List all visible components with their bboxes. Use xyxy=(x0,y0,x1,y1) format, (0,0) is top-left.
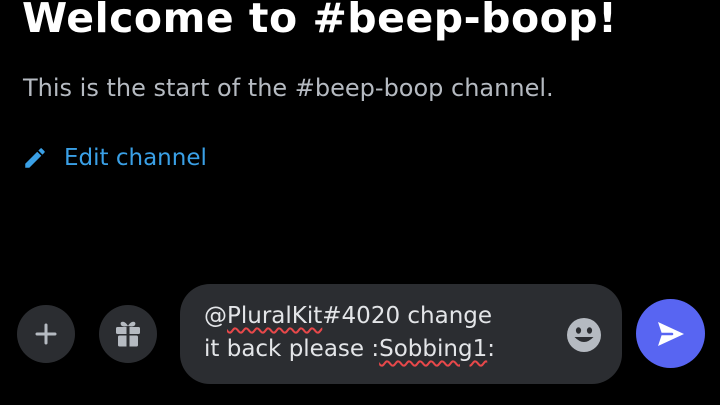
mention-prefix: @ xyxy=(204,303,227,329)
channel-welcome-subtitle: This is the start of the #beep-boop chan… xyxy=(23,74,554,102)
message-line-1-rest: #4020 change xyxy=(322,303,493,329)
message-composer[interactable]: @PluralKit#4020 change it back please :S… xyxy=(180,284,622,384)
gift-button[interactable] xyxy=(99,305,157,363)
message-line-2-end: : xyxy=(487,336,495,362)
message-input[interactable]: @PluralKit#4020 change it back please :S… xyxy=(204,300,554,366)
pencil-icon xyxy=(25,148,45,168)
emoji-shortcode: Sobbing1 xyxy=(379,336,488,362)
plus-icon xyxy=(35,323,57,345)
send-button[interactable] xyxy=(636,299,705,368)
message-line-2-start: it back please : xyxy=(204,336,380,362)
message-line-1: @PluralKit#4020 change xyxy=(204,300,554,333)
send-icon xyxy=(657,321,684,346)
message-line-2: it back please :Sobbing1: xyxy=(204,333,554,366)
gift-icon xyxy=(116,321,140,347)
smiley-icon[interactable] xyxy=(566,317,602,353)
channel-welcome-title: Welcome to #beep-boop! xyxy=(22,0,618,42)
edit-channel-link[interactable]: Edit channel xyxy=(22,143,207,173)
edit-channel-label: Edit channel xyxy=(64,145,207,171)
add-attachment-button[interactable] xyxy=(17,305,75,363)
channel-screen: Welcome to #beep-boop! This is the start… xyxy=(0,0,720,405)
mention-username: PluralKit xyxy=(227,303,323,329)
